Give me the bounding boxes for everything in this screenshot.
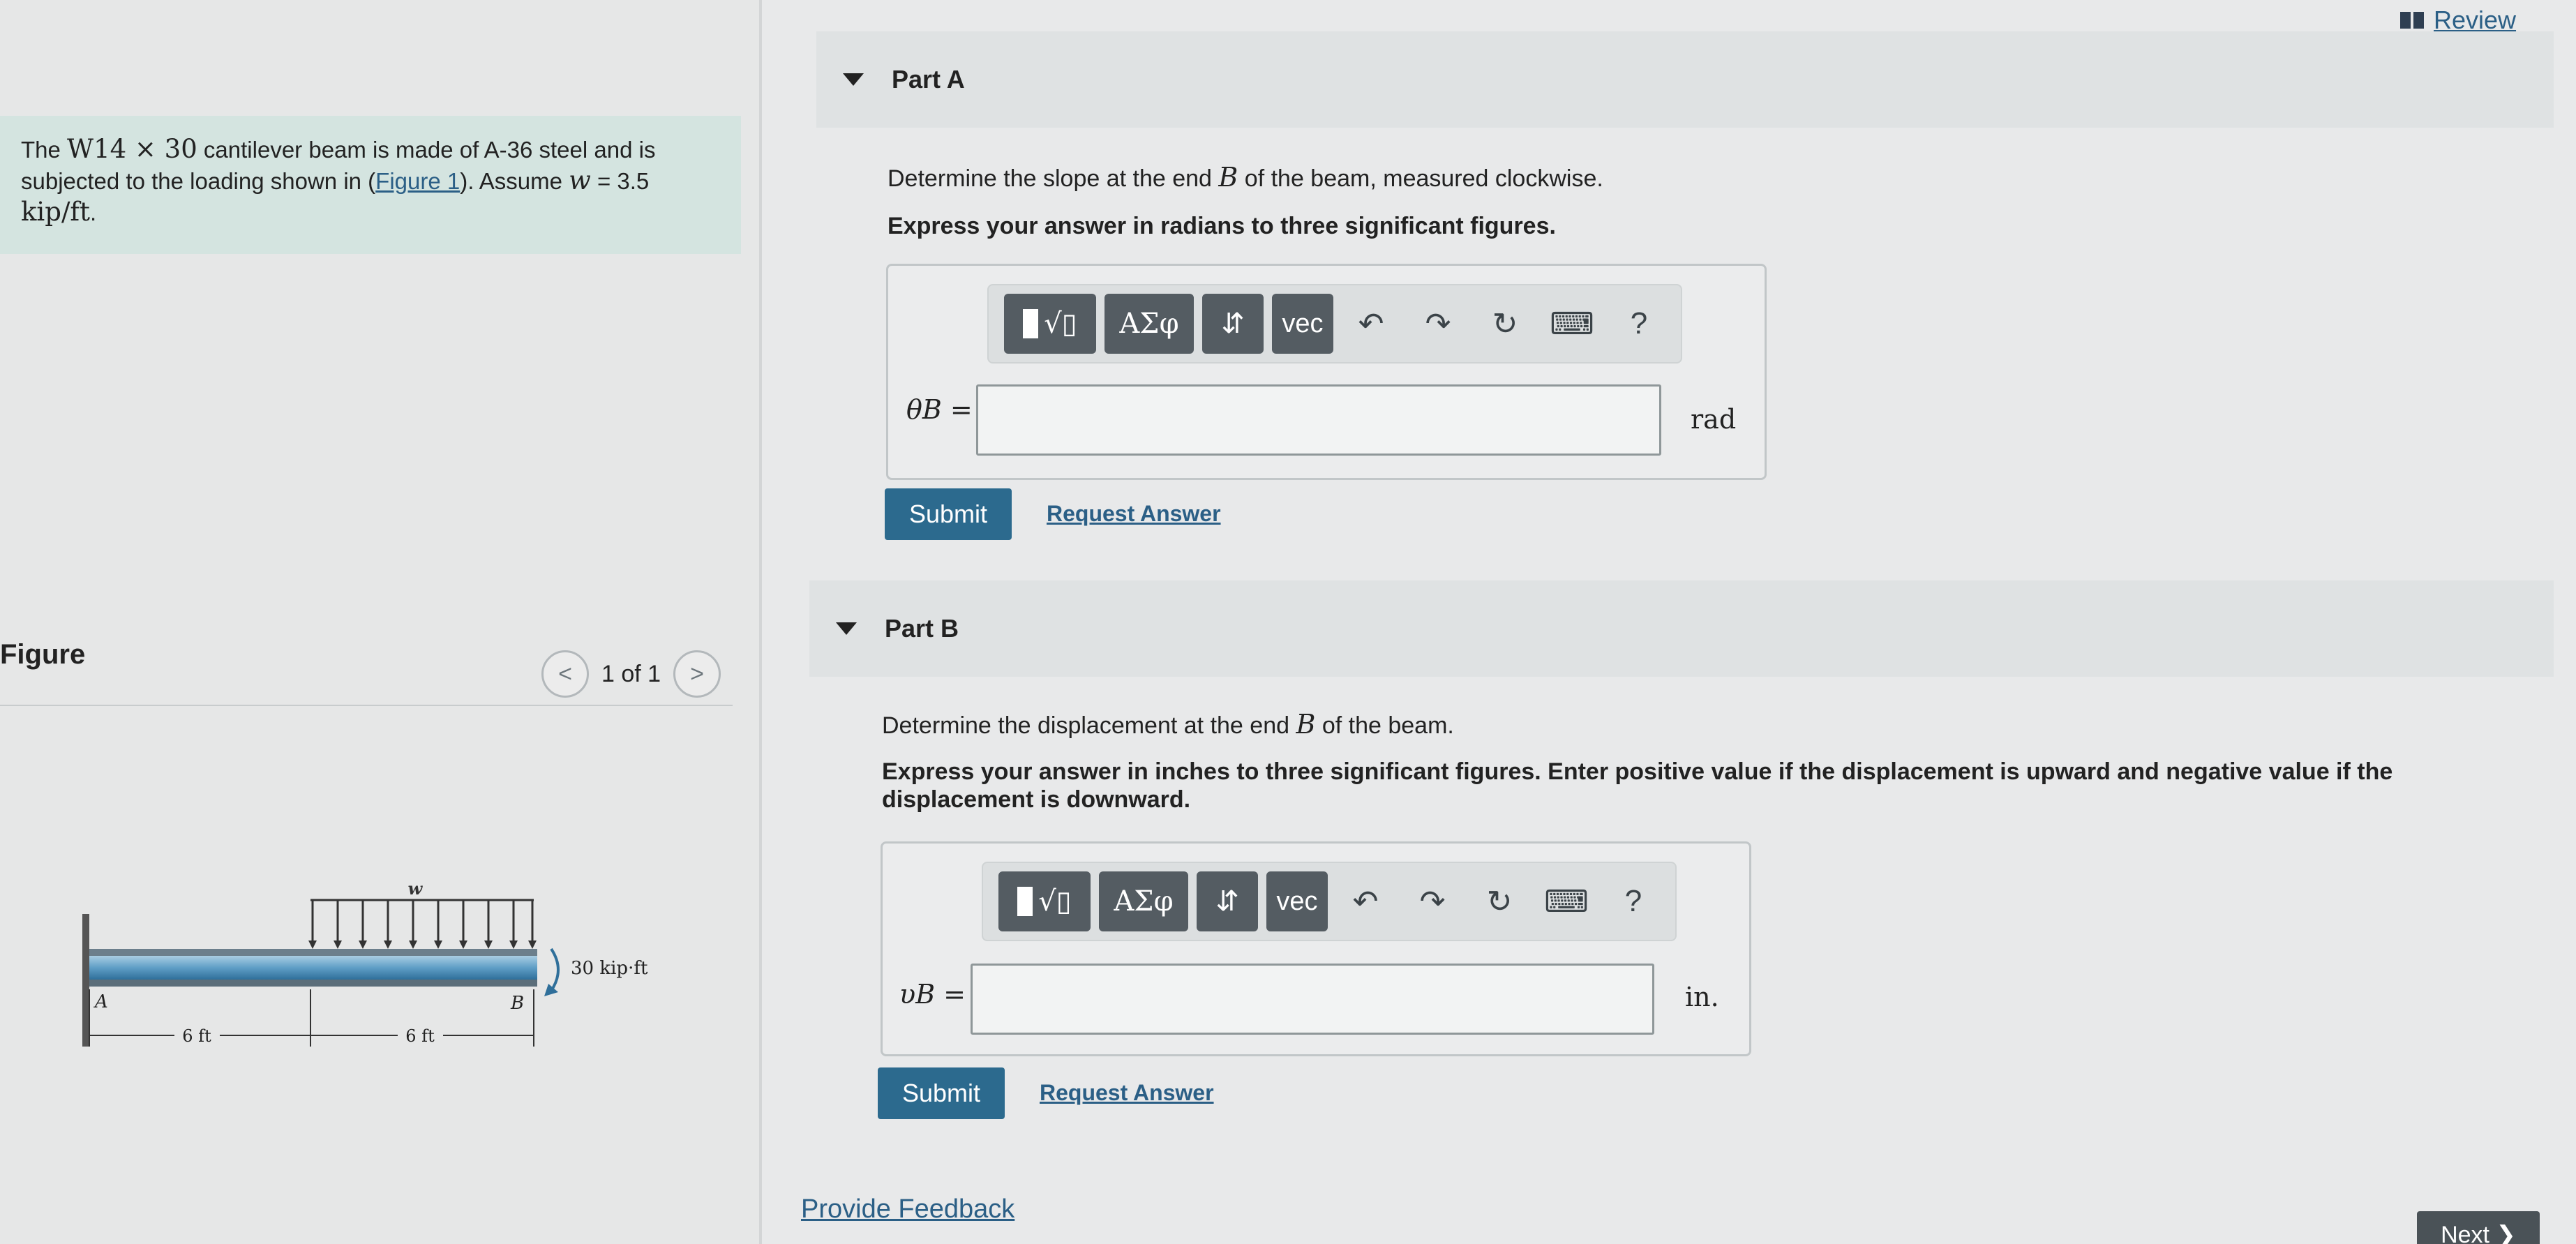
help-button[interactable]: ? [1604,871,1663,931]
part-b-math-toolbar: √▯ ΑΣφ ⇵ vec ↶ ↷ ↻ ⌨ ? [982,862,1677,941]
load-label: w [408,878,424,899]
moment-label: 30 kip·ft [571,958,648,979]
question-text: of the beam, measured clockwise. [1238,165,1603,192]
redo-icon[interactable]: ↷ [1409,294,1467,354]
question-text: of the beam. [1315,712,1454,739]
reset-icon[interactable]: ↻ [1476,294,1534,354]
templates-button[interactable]: √▯ [1004,294,1096,354]
part-a-header[interactable]: Part A [816,31,2554,128]
part-b-answer-box: √▯ ΑΣφ ⇵ vec ↶ ↷ ↻ ⌨ ? υB = in. [881,841,1751,1056]
left-pane: The W14 × 30 cantilever beam is made of … [0,0,761,1244]
rad-unit: rad [1691,404,1737,435]
part-b-request-answer-link[interactable]: Request Answer [1040,1080,1214,1106]
part-a-answer-box: √▯ ΑΣφ ⇵ vec ↶ ↷ ↻ ⌨ ? θB = rad [886,264,1767,480]
beam-figure: w 30 kip·ft A B 6 ft 6 ft [82,878,648,1047]
problem-text: ). Assume [460,168,569,194]
part-a-request-answer-link[interactable]: Request Answer [1047,501,1221,527]
undo-icon[interactable]: ↶ [1342,294,1400,354]
part-b-title: Part B [885,614,959,643]
help-button[interactable]: ? [1610,294,1668,354]
part-b-instruction: Express your answer in inches to three s… [882,758,2393,813]
load-variable: w [569,165,591,195]
radical-icon: √▯ [1038,885,1072,917]
part-a-question: Determine the slope at the end B of the … [888,162,1603,194]
part-a-title: Part A [892,65,965,93]
box-icon [1023,309,1039,338]
span-1-label: 6 ft [182,1026,211,1046]
part-a-math-toolbar: √▯ ΑΣφ ⇵ vec ↶ ↷ ↻ ⌨ ? [987,284,1682,364]
distributed-load-arrows [311,900,534,945]
previous-figure-button[interactable]: < [541,650,589,698]
theta-b-input[interactable] [976,384,1661,456]
in-unit: in. [1685,982,1719,1012]
beam [89,956,537,980]
problem-text: The [21,137,68,163]
templates-button[interactable]: √▯ [998,871,1091,931]
figure-divider [0,705,733,706]
subscript-superscript-button[interactable]: ⇵ [1202,294,1264,354]
radical-icon: √▯ [1044,308,1077,340]
theta-b-label: θB = [906,394,973,425]
redo-icon[interactable]: ↷ [1403,871,1462,931]
figure-title: Figure [0,639,86,670]
v-b-label: υB = [899,979,966,1010]
greek-symbols-button[interactable]: ΑΣφ [1099,871,1188,931]
span-2-label: 6 ft [405,1026,435,1046]
reset-icon[interactable]: ↻ [1470,871,1529,931]
caret-down-icon [836,622,857,635]
problem-text: . [89,200,97,225]
question-text: Determine the displacement at the end [882,712,1296,739]
subscript-superscript-button[interactable]: ⇵ [1197,871,1258,931]
chevron-right-icon: > [690,660,704,687]
part-a-submit-button[interactable]: Submit [885,488,1012,540]
book-icon [2400,12,2424,29]
caret-down-icon [843,73,864,86]
keyboard-icon[interactable]: ⌨ [1537,871,1596,931]
moment-arrow [550,947,560,992]
figure-link[interactable]: Figure 1 [375,168,460,194]
question-variable: B [1296,709,1316,740]
end-a-label: A [93,991,108,1012]
keyboard-icon[interactable]: ⌨ [1543,294,1601,354]
part-b-header[interactable]: Part B [809,580,2554,677]
provide-feedback-link[interactable]: Provide Feedback [801,1194,1014,1224]
load-units: kip/ft [21,197,90,227]
question-text: Determine the slope at the end [888,165,1219,192]
greek-symbols-button[interactable]: ΑΣφ [1104,294,1194,354]
v-b-input[interactable] [971,964,1654,1035]
problem-text: = 3.5 [590,168,650,194]
figure-pager: < 1 of 1 > [541,650,721,698]
fixed-support [82,914,89,1047]
part-a-instruction: Express your answer in radians to three … [888,213,1556,239]
problem-statement: The W14 × 30 cantilever beam is made of … [0,116,741,254]
undo-icon[interactable]: ↶ [1336,871,1395,931]
review-link[interactable]: Review [2400,6,2516,35]
box-icon [1017,887,1033,916]
end-b-label: B [510,993,524,1014]
next-figure-button[interactable]: > [673,650,721,698]
review-label: Review [2434,6,2517,34]
part-b-submit-button[interactable]: Submit [878,1067,1005,1119]
pager-text: 1 of 1 [601,660,661,687]
chevron-left-icon: < [558,660,572,687]
question-variable: B [1218,162,1238,193]
vector-button[interactable]: vec [1266,871,1328,931]
vector-button[interactable]: vec [1272,294,1333,354]
next-button[interactable]: Next ❯ [2417,1211,2540,1244]
part-b-question: Determine the displacement at the end B … [882,709,1454,741]
section-designation: W14 × 30 [67,134,197,164]
